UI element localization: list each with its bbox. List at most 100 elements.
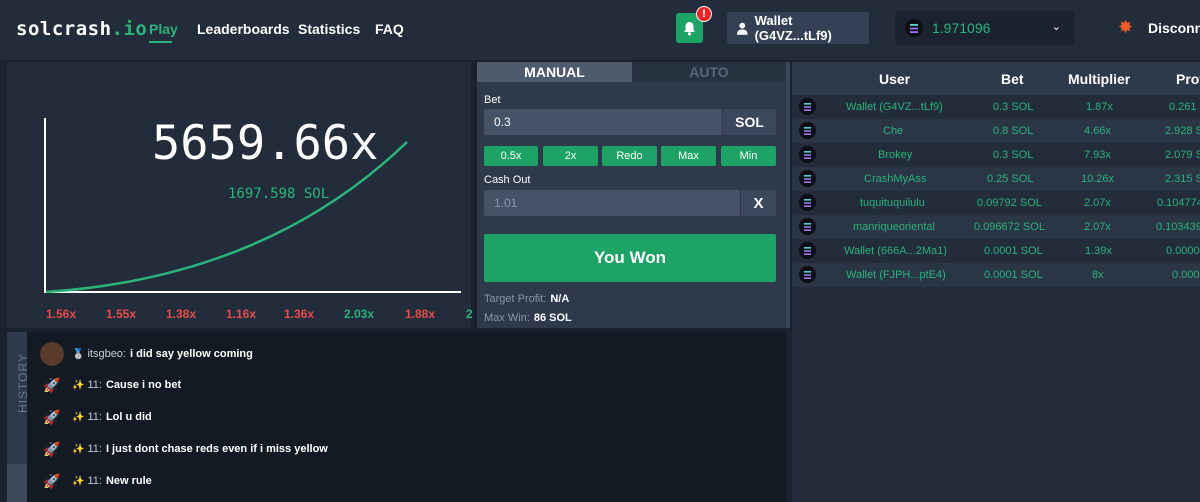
recent-crash-item: 1.38x	[166, 307, 197, 321]
cashout-label: Cash Out	[484, 174, 531, 186]
player-bet: 0.3 SOL	[993, 149, 1034, 161]
table-row: Wallet (FJPH...ptE4) 0.0001 SOL 8x 0.000…	[792, 263, 1200, 287]
current-multiplier: 5659.66x	[152, 116, 379, 171]
medal-icon: 🥈	[72, 348, 85, 360]
disconnect-button[interactable]: Disconn	[1148, 20, 1200, 36]
chat-message: 🥈 itsgbeo: i did say yellow coming	[40, 341, 253, 367]
rocket-icon: 🚀	[43, 408, 61, 425]
chat-message: 🚀 ✨ 11: Lol u did	[40, 404, 152, 430]
balance-dropdown[interactable]: 1.971096 ⌄	[895, 11, 1075, 45]
player-name: tuquituquilulu	[860, 197, 925, 209]
you-won-button[interactable]: You Won	[484, 234, 776, 282]
player-name: Wallet (FJPH...ptE4)	[846, 269, 946, 281]
chat-username[interactable]: 11:	[87, 475, 101, 487]
bell-icon	[684, 21, 695, 35]
phantom-icon: ✸	[1118, 17, 1134, 37]
solana-icon	[799, 146, 816, 163]
min-bet-button[interactable]: Min	[721, 146, 776, 166]
chat-username[interactable]: 11:	[87, 379, 101, 391]
solana-icon	[905, 19, 923, 37]
recent-crash-item: 1.55x	[106, 307, 137, 321]
chat-message: 🚀 ✨ 11: New rule	[40, 468, 152, 494]
player-name: Wallet (666A...2Ma1)	[844, 245, 947, 257]
max-win-line: Max Win: 86 SOL	[484, 312, 572, 324]
chat-username[interactable]: itsgbeo:	[87, 348, 126, 360]
notification-badge: !	[696, 6, 712, 22]
player-multiplier: 4.66x	[1084, 125, 1111, 137]
site-logo[interactable]: solcrash.io	[16, 18, 147, 40]
player-multiplier: 2.07x	[1084, 197, 1111, 209]
player-name: Wallet (G4VZ...tLf9)	[846, 101, 943, 113]
chat-text: I just dont chase reds even if i miss ye…	[105, 443, 328, 455]
column-user: User	[879, 71, 911, 87]
rocket-icon: 🚀	[43, 440, 61, 457]
chat-scrollbar-thumb[interactable]	[7, 464, 27, 502]
balance-value: 1.971096	[932, 20, 991, 36]
half-bet-button[interactable]: 0.5x	[484, 146, 538, 166]
user-icon	[737, 22, 748, 35]
player-profit: 0.104774	[1157, 197, 1200, 209]
player-multiplier: 2.07x	[1084, 221, 1111, 233]
player-bet: 0.096672 SOL	[974, 221, 1045, 233]
table-row: Wallet (G4VZ...tLf9) 0.3 SOL 1.87x 0.261…	[792, 95, 1200, 119]
column-profit: Profit	[1176, 71, 1200, 87]
solana-icon	[799, 266, 816, 283]
tab-auto[interactable]: AUTO	[632, 62, 786, 82]
double-bet-button[interactable]: 2x	[543, 146, 598, 166]
tab-manual[interactable]: MANUAL	[477, 62, 632, 82]
cashout-input[interactable]: 1.01	[484, 190, 740, 216]
solana-icon	[799, 242, 816, 259]
chat-text: New rule	[105, 475, 152, 487]
nav-play[interactable]: Play	[149, 21, 178, 37]
nav-statistics[interactable]: Statistics	[298, 21, 360, 37]
sparkle-icon: ✨	[72, 443, 85, 455]
chat-text: Lol u did	[105, 411, 152, 423]
player-name: CrashMyAss	[864, 173, 927, 185]
max-bet-button[interactable]: Max	[661, 146, 716, 166]
redo-bet-button[interactable]: Redo	[602, 146, 657, 166]
nav-faq[interactable]: FAQ	[375, 21, 404, 37]
chat-text: Cause i no bet	[105, 379, 182, 391]
bet-amount-input[interactable]: 0.3	[484, 109, 722, 135]
player-multiplier: 1.39x	[1085, 245, 1112, 257]
recent-crashes-strip: 1.56x 1.55x 1.38x 1.16x 1.36x 2.03x 1.88…	[7, 304, 473, 324]
history-toggle[interactable]: HISTORY	[7, 332, 30, 502]
currency-label: SOL	[723, 109, 776, 135]
solana-icon	[799, 170, 816, 187]
sparkle-icon: ✨	[72, 411, 85, 423]
player-bet: 0.3 SOL	[993, 101, 1034, 113]
bet-panel-scrollbar[interactable]	[786, 62, 790, 328]
wallet-label: Wallet (G4VZ...tLf9)	[754, 13, 832, 43]
target-profit-line: Target Profit: N/A	[484, 293, 570, 305]
player-profit: 2.928 S	[1165, 125, 1200, 137]
payout-amount: 1697.598 SOL	[228, 186, 330, 202]
player-name: Brokey	[878, 149, 913, 161]
recent-crash-item: 1.16x	[226, 307, 257, 321]
recent-crash-item: 2.03x	[344, 307, 375, 321]
recent-crash-item: 1.88x	[405, 307, 436, 321]
player-bet: 0.25 SOL	[987, 173, 1034, 185]
solana-icon	[799, 122, 816, 139]
rocket-icon: 🚀	[43, 472, 61, 489]
chat-message: 🚀 ✨ 11: Cause i no bet	[40, 372, 181, 398]
chat-username[interactable]: 11:	[87, 411, 101, 423]
history-label: HISTORY	[15, 353, 30, 413]
chat-username[interactable]: 11:	[87, 443, 101, 455]
table-row: CrashMyAss 0.25 SOL 10.26x 2.315 S	[792, 167, 1200, 191]
clear-cashout-button[interactable]: X	[741, 190, 776, 216]
bet-panel: MANUAL AUTO Bet 0.3 SOL 0.5x 2x Redo Max…	[477, 62, 786, 328]
recent-crash-item: 2	[466, 307, 473, 321]
table-row: manriqueoriental 0.096672 SOL 2.07x 0.10…	[792, 215, 1200, 239]
player-name: Che	[883, 125, 904, 137]
nav-active-underline	[149, 41, 172, 43]
player-profit: 2.315 S	[1165, 173, 1200, 185]
player-profit: 0.103439	[1156, 221, 1200, 233]
player-name: manriqueoriental	[853, 221, 935, 233]
bet-label: Bet	[484, 94, 501, 106]
nav-leaderboards[interactable]: Leaderboards	[197, 21, 290, 37]
table-row: Brokey 0.3 SOL 7.93x 2.079 S	[792, 143, 1200, 167]
players-table: User Bet Multiplier Profit Wallet (G4VZ.…	[792, 62, 1200, 502]
avatar	[40, 342, 64, 366]
wallet-button[interactable]: Wallet (G4VZ...tLf9)	[727, 12, 869, 44]
chat-text: i did say yellow coming	[129, 348, 253, 360]
